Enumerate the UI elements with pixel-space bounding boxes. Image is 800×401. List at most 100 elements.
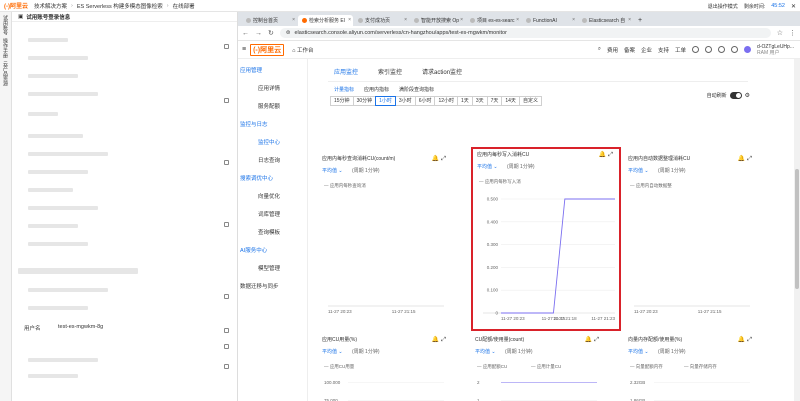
close-tab-icon[interactable]: × bbox=[348, 17, 351, 23]
bell-icon[interactable]: 🔔 bbox=[432, 337, 441, 343]
star-icon[interactable]: ☆ bbox=[777, 29, 783, 37]
copy-icon[interactable] bbox=[224, 344, 229, 349]
copy-icon[interactable] bbox=[224, 44, 229, 49]
menu-support[interactable]: 支持 bbox=[658, 46, 669, 54]
close-tab-icon[interactable]: × bbox=[292, 17, 295, 23]
notification-icon[interactable] bbox=[692, 46, 700, 53]
bell-icon[interactable]: 🔔 bbox=[585, 337, 594, 343]
nav-item[interactable]: 应用详情 bbox=[238, 79, 307, 97]
nav-item[interactable]: 服务配额 bbox=[238, 97, 307, 115]
expand-icon[interactable]: ⤢ bbox=[747, 156, 754, 162]
nav-item[interactable]: 词库管理 bbox=[238, 205, 307, 223]
browser-tab[interactable]: 控制台首页 × bbox=[242, 15, 297, 26]
menu-ticket[interactable]: 工单 bbox=[675, 46, 686, 54]
browser-tab[interactable]: 项目 es-es-searc × bbox=[466, 15, 521, 26]
console-logo[interactable]: (-)阿里云 bbox=[250, 43, 285, 56]
time-range-option[interactable]: 1小时 bbox=[375, 96, 396, 106]
close-tab-icon[interactable]: × bbox=[460, 17, 463, 23]
legend-item[interactable]: — 应用内每秒写入消 bbox=[479, 179, 521, 185]
exit-mode-button[interactable]: 退出操作模式 bbox=[708, 3, 738, 10]
bell-icon[interactable]: 🔔 bbox=[599, 152, 608, 158]
rail-manual[interactable]: 操作手册 bbox=[2, 38, 9, 58]
legend-item[interactable]: — 应用内自动数据整 bbox=[630, 183, 672, 189]
time-range-option[interactable]: 自定义 bbox=[518, 96, 542, 106]
tab-in-app-metrics[interactable]: 应用内指标 bbox=[364, 86, 389, 93]
nav-item[interactable]: 搜索调优中心 bbox=[238, 169, 307, 187]
time-range-option[interactable]: 7天 bbox=[486, 96, 503, 106]
menu-billing[interactable]: 费用 bbox=[607, 46, 618, 54]
tab-index-monitor[interactable]: 索引监控 bbox=[378, 67, 402, 82]
new-tab-icon[interactable]: + bbox=[638, 17, 642, 24]
tab-app-monitor[interactable]: 应用监控 bbox=[334, 67, 359, 82]
nav-item[interactable]: 模型管理 bbox=[238, 259, 307, 277]
legend-item[interactable]: — 应用计量CU bbox=[531, 364, 561, 370]
copy-icon[interactable] bbox=[224, 364, 229, 369]
nav-item[interactable]: 应用管理 bbox=[238, 61, 307, 79]
expand-icon[interactable]: ⤢ bbox=[441, 337, 448, 343]
language-icon[interactable] bbox=[731, 46, 739, 53]
legend-item[interactable]: — 应用CU用量 bbox=[324, 364, 354, 370]
tab-slow-query[interactable]: 满阶段查询指标 bbox=[399, 86, 434, 93]
ai-assistant-icon[interactable] bbox=[744, 46, 752, 53]
nav-item[interactable]: 数据迁移与同步 bbox=[238, 277, 307, 295]
aggregation-select[interactable]: 平均值 ⌄ bbox=[475, 348, 496, 355]
aggregation-select[interactable]: 平均值 ⌄ bbox=[628, 167, 649, 174]
close-icon[interactable]: ✕ bbox=[791, 3, 796, 10]
close-tab-icon[interactable]: × bbox=[628, 17, 631, 23]
bell-icon[interactable]: 🔔 bbox=[432, 156, 441, 162]
account-block[interactable]: d-OZTgLeUHp... RAM 用户 bbox=[757, 44, 794, 56]
menu-enterprise[interactable]: 企业 bbox=[641, 46, 652, 54]
nav-item[interactable]: 向量优化 bbox=[238, 187, 307, 205]
page-scrollbar[interactable] bbox=[794, 59, 800, 401]
aggregation-select[interactable]: 平均值 ⌄ bbox=[322, 348, 343, 355]
expand-icon[interactable]: ⤢ bbox=[608, 152, 615, 158]
browser-tab[interactable]: Elasticsearch 自 × bbox=[578, 15, 633, 26]
menu-icp[interactable]: 备案 bbox=[624, 46, 635, 54]
bell-icon[interactable]: 🔔 bbox=[738, 156, 747, 162]
auto-refresh-toggle[interactable] bbox=[729, 92, 742, 99]
nav-item[interactable]: 监控中心 bbox=[238, 133, 307, 151]
settings-icon[interactable]: ⚙ bbox=[745, 92, 750, 99]
bell-icon[interactable]: 🔔 bbox=[738, 337, 747, 343]
nav-item[interactable]: 日志查询 bbox=[238, 151, 307, 169]
copy-icon[interactable] bbox=[224, 294, 229, 299]
time-range-option[interactable]: 6小时 bbox=[414, 96, 436, 106]
time-range-option[interactable]: 3天 bbox=[471, 96, 488, 106]
aggregation-select[interactable]: 平均值 ⌄ bbox=[322, 167, 343, 174]
browser-tab[interactable]: 支付成功页 × bbox=[354, 15, 409, 26]
close-tab-icon[interactable]: × bbox=[572, 17, 575, 23]
rail-trial-account[interactable]: 试用账号 bbox=[2, 15, 9, 35]
back-icon[interactable]: ← bbox=[242, 30, 249, 37]
forward-icon[interactable]: → bbox=[255, 30, 262, 37]
browser-tab[interactable]: 智能开放搜索 Op × bbox=[410, 15, 465, 26]
time-range-option[interactable]: 1天 bbox=[457, 96, 473, 106]
copy-icon[interactable] bbox=[224, 160, 229, 165]
aggregation-select[interactable]: 平均值 ⌄ bbox=[628, 348, 649, 355]
time-range-option[interactable]: 3小时 bbox=[394, 96, 416, 106]
browser-tab-active[interactable]: 检索分析服务 El × bbox=[298, 15, 353, 26]
time-range-option[interactable]: 30分钟 bbox=[352, 96, 377, 106]
legend-item[interactable]: — 应用配额CU bbox=[477, 364, 507, 370]
search-icon[interactable]: ⌕ bbox=[598, 46, 601, 53]
close-tab-icon[interactable]: × bbox=[404, 17, 407, 23]
copy-icon[interactable] bbox=[224, 222, 229, 227]
menu-icon[interactable]: ⋮ bbox=[789, 29, 796, 37]
nav-item[interactable]: 查询模板 bbox=[238, 223, 307, 241]
time-range-option[interactable]: 15分钟 bbox=[330, 96, 354, 106]
help-icon[interactable] bbox=[718, 46, 726, 53]
nav-item[interactable]: AI服务中心 bbox=[238, 241, 307, 259]
copy-icon[interactable] bbox=[224, 328, 229, 333]
legend-item[interactable]: — 向量配额内存 bbox=[630, 364, 663, 370]
close-tab-icon[interactable]: × bbox=[516, 17, 519, 23]
browser-tab[interactable]: FunctionAI × bbox=[522, 15, 577, 26]
time-range-option[interactable]: 14天 bbox=[501, 96, 520, 106]
nav-item[interactable]: 监控与日志 bbox=[238, 115, 307, 133]
scrollbar-thumb[interactable] bbox=[795, 169, 799, 289]
workbench-link[interactable]: ⌂ 工作台 bbox=[292, 46, 313, 54]
breadcrumb-solution[interactable]: ES Serverless 构建多模态图像检索 bbox=[77, 2, 163, 10]
aggregation-select[interactable]: 平均值 ⌄ bbox=[477, 163, 498, 170]
hamburger-icon[interactable]: ≡ bbox=[242, 46, 246, 53]
breadcrumb-solutions[interactable]: 技术解决方案 bbox=[34, 2, 67, 10]
expand-icon[interactable]: ⤢ bbox=[747, 337, 754, 343]
time-range-option[interactable]: 12小时 bbox=[434, 96, 459, 106]
